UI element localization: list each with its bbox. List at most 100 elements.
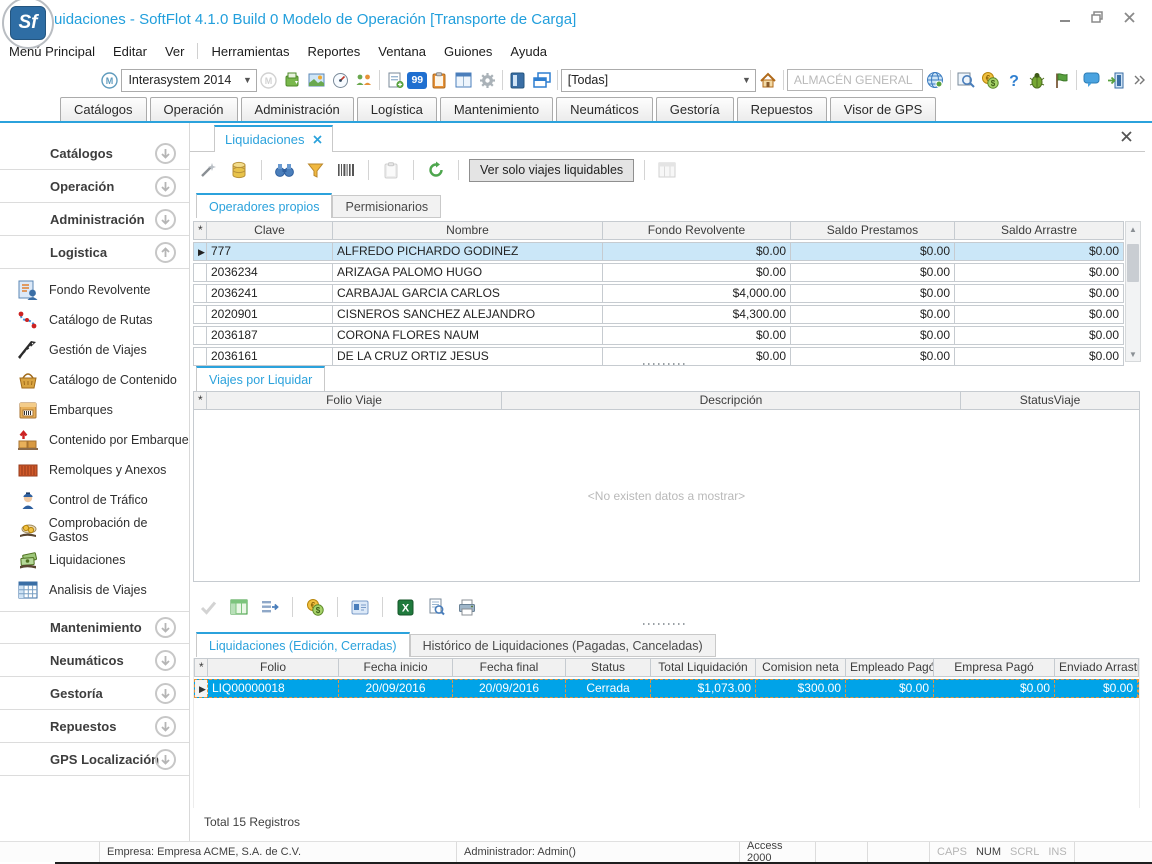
print-preview-icon[interactable] bbox=[426, 597, 446, 617]
table-row[interactable]: 2020901 CISNEROS SANCHEZ ALEJANDRO $4,30… bbox=[193, 305, 1124, 324]
header-cell[interactable]: Empresa Pagó bbox=[934, 659, 1055, 676]
coins-icon[interactable]: €$ bbox=[305, 597, 325, 617]
badge-99-icon[interactable]: 99 bbox=[407, 72, 427, 89]
header-cell[interactable]: Fecha inicio bbox=[339, 659, 453, 676]
sidebar-section-logistica[interactable]: Logistica bbox=[0, 236, 189, 269]
scrollbar-thumb[interactable] bbox=[1127, 244, 1139, 282]
sidebar-item-catalogo-contenido[interactable]: Catálogo de Contenido bbox=[0, 365, 189, 395]
clipboard-icon[interactable] bbox=[429, 70, 449, 90]
filter-funnel-icon[interactable] bbox=[305, 160, 325, 180]
header-cell[interactable]: Folio Viaje bbox=[207, 392, 502, 409]
splitter-handle[interactable] bbox=[190, 361, 1138, 367]
flag-icon[interactable] bbox=[1051, 70, 1071, 90]
table-row[interactable]: ▶ 777 ALFREDO PICHARDO GODINEZ $0.00 $0.… bbox=[193, 242, 1124, 261]
tab-viajes-por-liquidar[interactable]: Viajes por Liquidar bbox=[196, 366, 325, 391]
barcode-icon[interactable] bbox=[336, 160, 356, 180]
sidebar-section-neumaticos[interactable]: Neumáticos bbox=[0, 644, 189, 677]
table-row[interactable]: 2036234 ARIZAGA PALOMO HUGO $0.00 $0.00 … bbox=[193, 263, 1124, 282]
vertical-scrollbar[interactable]: ▲ ▼ bbox=[1125, 221, 1141, 362]
globe-icon[interactable] bbox=[925, 70, 945, 90]
home-icon[interactable] bbox=[758, 70, 778, 90]
image-icon[interactable] bbox=[307, 70, 327, 90]
table-row[interactable]: ▶ LIQ00000018 20/09/2016 20/09/2016 Cerr… bbox=[194, 679, 1139, 698]
tab-operadores-propios[interactable]: Operadores propios bbox=[196, 193, 332, 218]
table-row[interactable]: 2036187 CORONA FLORES NAUM $0.00 $0.00 $… bbox=[193, 326, 1124, 345]
refresh-icon[interactable] bbox=[426, 160, 446, 180]
sidebar-item-remolques[interactable]: Remolques y Anexos bbox=[0, 455, 189, 485]
sidebar-item-liquidaciones[interactable]: Liquidaciones bbox=[0, 545, 189, 575]
sidebar-item-comprobacion-gastos[interactable]: Comprobación de Gastos bbox=[0, 515, 189, 545]
header-cell[interactable]: Saldo Prestamos bbox=[791, 222, 955, 239]
route-filter-combo[interactable]: [Todas] ▼ bbox=[561, 69, 756, 92]
header-cell[interactable]: StatusViaje bbox=[961, 392, 1139, 409]
search-settings-icon[interactable] bbox=[956, 70, 976, 90]
sidebar-item-gestion-viajes[interactable]: Gestión de Viajes bbox=[0, 335, 189, 365]
sidebar-section-catalogos[interactable]: Catálogos bbox=[0, 137, 189, 170]
gear-icon[interactable] bbox=[477, 70, 497, 90]
ver-solo-viajes-button[interactable]: Ver solo viajes liquidables bbox=[469, 159, 634, 182]
m-badge-icon[interactable]: M bbox=[100, 70, 120, 90]
users-group-icon[interactable] bbox=[355, 70, 375, 90]
header-cell[interactable]: Clave bbox=[207, 222, 333, 239]
chat-icon[interactable] bbox=[1082, 70, 1102, 90]
sidebar-section-repuestos[interactable]: Repuestos bbox=[0, 710, 189, 743]
id-card-icon[interactable] bbox=[350, 597, 370, 617]
splitter-handle[interactable] bbox=[190, 621, 1138, 627]
sidebar-item-embarques[interactable]: Embarques bbox=[0, 395, 189, 425]
menu-item-ventana[interactable]: Ventana bbox=[369, 41, 435, 62]
currency-coins-icon[interactable]: €$ bbox=[980, 70, 1000, 90]
header-cell[interactable]: Nombre bbox=[333, 222, 603, 239]
close-icon[interactable] bbox=[1120, 8, 1138, 26]
profile-combo[interactable]: Interasystem 2014 ▼ bbox=[121, 69, 256, 92]
tab-liquidaciones-edicion[interactable]: Liquidaciones (Edición, Cerradas) bbox=[196, 632, 410, 657]
minimize-icon[interactable] bbox=[1056, 8, 1074, 26]
wizard-wand-icon[interactable] bbox=[198, 160, 218, 180]
warehouse-input[interactable] bbox=[787, 69, 923, 91]
blue-panel-icon[interactable] bbox=[508, 70, 528, 90]
select-all-cell[interactable]: * bbox=[195, 659, 208, 676]
sidebar-section-operacion[interactable]: Operación bbox=[0, 170, 189, 203]
header-cell[interactable]: Empleado Pagó bbox=[846, 659, 934, 676]
sidebar-item-control-trafico[interactable]: Control de Tráfico bbox=[0, 485, 189, 515]
tab-administracion[interactable]: Administración bbox=[241, 97, 354, 121]
sidebar-item-analisis-viajes[interactable]: Analisis de Viajes bbox=[0, 575, 189, 605]
tab-historico-liquidaciones[interactable]: Histórico de Liquidaciones (Pagadas, Can… bbox=[410, 634, 716, 657]
tab-visor-gps[interactable]: Visor de GPS bbox=[830, 97, 937, 121]
header-cell[interactable]: Folio bbox=[208, 659, 339, 676]
scroll-up-icon[interactable]: ▲ bbox=[1126, 222, 1140, 236]
restore-icon[interactable] bbox=[1088, 8, 1106, 26]
menu-item-herramientas[interactable]: Herramientas bbox=[202, 41, 298, 62]
header-cell[interactable]: Fondo Revolvente bbox=[603, 222, 791, 239]
new-document-icon[interactable] bbox=[385, 70, 405, 90]
window-grid-icon[interactable] bbox=[453, 70, 473, 90]
header-cell[interactable]: Descripción bbox=[502, 392, 961, 409]
help-icon[interactable]: ? bbox=[1004, 70, 1024, 90]
sidebar-item-catalogo-rutas[interactable]: Catálogo de Rutas bbox=[0, 305, 189, 335]
menu-item-ver[interactable]: Ver bbox=[156, 41, 194, 62]
excel-export-icon[interactable]: X bbox=[395, 597, 415, 617]
database-icon[interactable] bbox=[229, 160, 249, 180]
tab-permisionarios[interactable]: Permisionarios bbox=[332, 195, 441, 218]
tab-operacion[interactable]: Operación bbox=[150, 97, 238, 121]
header-cell[interactable]: Saldo Arrastre bbox=[955, 222, 1123, 239]
tab-logistica[interactable]: Logística bbox=[357, 97, 437, 121]
cascade-windows-icon[interactable] bbox=[532, 70, 552, 90]
sidebar-section-administracion[interactable]: Administración bbox=[0, 203, 189, 236]
tab-catalogos[interactable]: Catálogos bbox=[60, 97, 147, 121]
sidebar-item-fondo-revolvente[interactable]: Fondo Revolvente bbox=[0, 275, 189, 305]
toolbar-overflow-icon[interactable] bbox=[1130, 70, 1150, 90]
header-cell[interactable]: Enviado Arrastre bbox=[1055, 659, 1138, 676]
scroll-down-icon[interactable]: ▼ bbox=[1126, 347, 1140, 361]
header-cell[interactable]: Comision neta bbox=[756, 659, 846, 676]
tab-neumaticos[interactable]: Neumáticos bbox=[556, 97, 653, 121]
menu-item-reportes[interactable]: Reportes bbox=[299, 41, 370, 62]
tab-repuestos[interactable]: Repuestos bbox=[737, 97, 827, 121]
new-liquidation-table-icon[interactable] bbox=[229, 597, 249, 617]
table-row[interactable]: 2036241 CARBAJAL GARCIA CARLOS $4,000.00… bbox=[193, 284, 1124, 303]
header-cell[interactable]: Total Liquidación bbox=[651, 659, 756, 676]
sidebar-item-contenido-embarque[interactable]: Contenido por Embarque bbox=[0, 425, 189, 455]
exit-icon[interactable] bbox=[1106, 70, 1126, 90]
document-tab-liquidaciones[interactable]: Liquidaciones bbox=[214, 125, 333, 152]
tab-gestoria[interactable]: Gestoría bbox=[656, 97, 734, 121]
select-all-cell[interactable]: * bbox=[194, 222, 207, 239]
